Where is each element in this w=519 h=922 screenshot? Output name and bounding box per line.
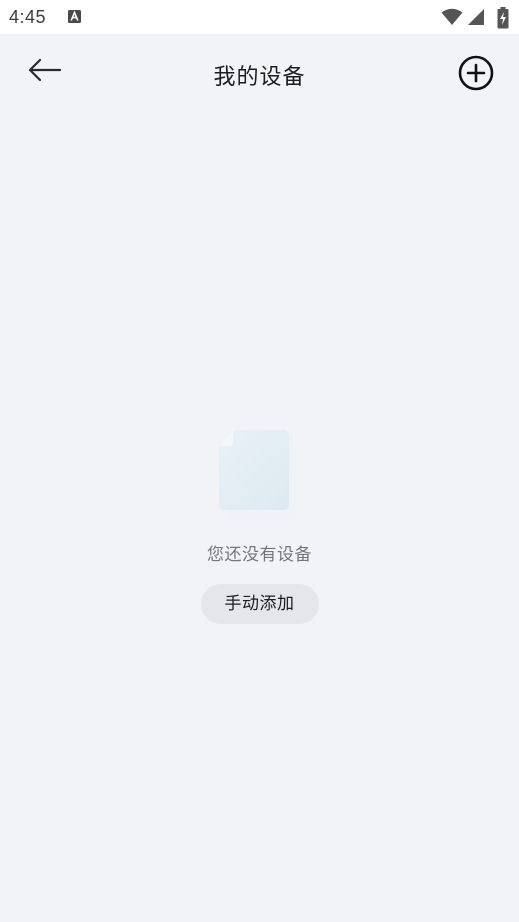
status-bar: 4:45 xyxy=(0,0,519,34)
wifi-icon xyxy=(441,8,463,25)
manual-add-button[interactable]: 手动添加 xyxy=(200,584,319,624)
a-icon xyxy=(68,10,81,23)
empty-document-icon xyxy=(218,430,297,520)
plus-circle-icon xyxy=(458,55,494,91)
add-device-button[interactable] xyxy=(457,54,495,92)
page-title: 我的设备 xyxy=(213,65,306,90)
battery-icon xyxy=(497,7,509,29)
nav-bar: 我的设备 xyxy=(0,34,519,118)
empty-illustration xyxy=(215,424,305,524)
empty-state: 您还没有设备 手动添加 xyxy=(0,424,519,624)
signal-icon xyxy=(468,9,484,25)
empty-message: 您还没有设备 xyxy=(207,545,312,565)
status-time: 4:45 xyxy=(9,7,47,27)
